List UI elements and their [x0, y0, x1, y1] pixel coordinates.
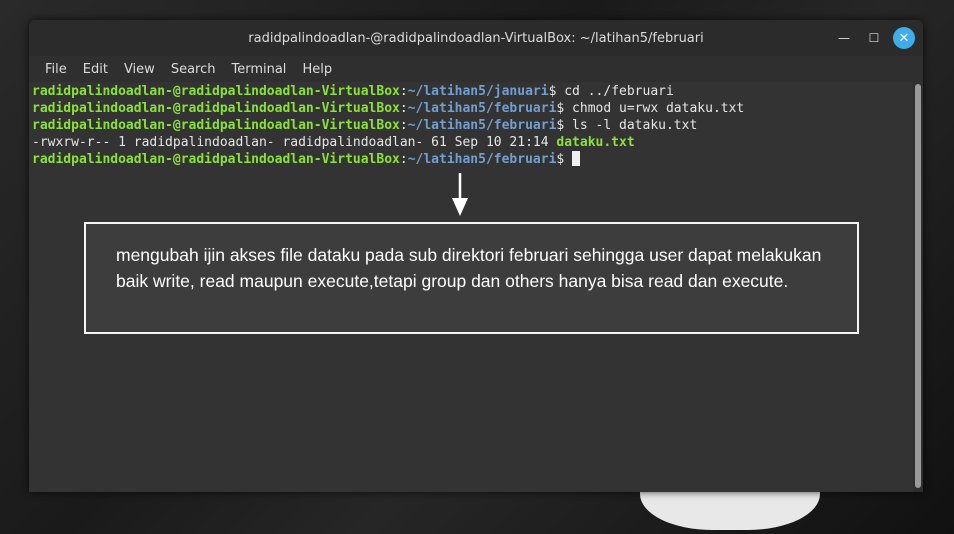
ls-output-filename: dataku.txt	[556, 135, 635, 150]
prompt-separator: :	[399, 84, 408, 99]
prompt-user: radidpalindoadlan-@radidpalindoadlan-Vir…	[32, 118, 400, 133]
menu-bar: File Edit View Search Terminal Help	[29, 56, 923, 82]
menu-search[interactable]: Search	[163, 62, 224, 77]
window-controls: — ☐ ✕	[833, 27, 915, 49]
prompt-user: radidpalindoadlan-@radidpalindoadlan-Vir…	[32, 84, 400, 99]
menu-file[interactable]: File	[37, 62, 75, 77]
terminal-line: radidpalindoadlan-@radidpalindoadlan-Vir…	[32, 117, 910, 134]
menu-view[interactable]: View	[116, 62, 163, 77]
ls-output-line: -rwxrw-r-- 1 radidpalindoadlan- radidpal…	[32, 134, 910, 151]
ls-output-details: -rwxrw-r-- 1 radidpalindoadlan- radidpal…	[32, 135, 557, 150]
command-text: cd ../februari	[556, 84, 674, 99]
prompt-path: ~/latihan5/januari	[407, 84, 549, 99]
prompt-symbol: $	[556, 152, 573, 167]
prompt-separator: :	[399, 152, 408, 167]
prompt-path: ~/latihan5/februari	[407, 152, 557, 167]
terminal-line: radidpalindoadlan-@radidpalindoadlan-Vir…	[32, 100, 910, 117]
command-text: ls -l dataku.txt	[564, 118, 698, 133]
command-text: chmod u=rwx dataku.txt	[564, 101, 745, 116]
maximize-button[interactable]: ☐	[863, 27, 885, 49]
menu-edit[interactable]: Edit	[75, 62, 116, 77]
window-title: radidpalindoadlan-@radidpalindoadlan-Vir…	[248, 30, 704, 46]
text-cursor	[572, 151, 581, 166]
menu-help[interactable]: Help	[294, 62, 340, 77]
minimize-button[interactable]: —	[833, 27, 855, 49]
annotation-box: mengubah ijin akses file dataku pada sub…	[84, 222, 859, 334]
close-button[interactable]: ✕	[893, 27, 915, 49]
scrollbar[interactable]	[915, 84, 921, 488]
annotation-text: mengubah ijin akses file dataku pada sub…	[116, 245, 822, 291]
prompt-separator: :	[399, 118, 408, 133]
prompt-user: radidpalindoadlan-@radidpalindoadlan-Vir…	[32, 101, 400, 116]
terminal-line-current: radidpalindoadlan-@radidpalindoadlan-Vir…	[32, 151, 910, 168]
terminal-line: radidpalindoadlan-@radidpalindoadlan-Vir…	[32, 83, 910, 100]
prompt-path: ~/latihan5/februari	[407, 118, 557, 133]
menu-terminal[interactable]: Terminal	[223, 62, 294, 77]
title-bar[interactable]: radidpalindoadlan-@radidpalindoadlan-Vir…	[29, 20, 923, 56]
arrow-down-icon	[452, 173, 468, 216]
prompt-user: radidpalindoadlan-@radidpalindoadlan-Vir…	[32, 152, 400, 167]
prompt-separator: :	[399, 101, 408, 116]
prompt-path: ~/latihan5/februari	[407, 101, 557, 116]
